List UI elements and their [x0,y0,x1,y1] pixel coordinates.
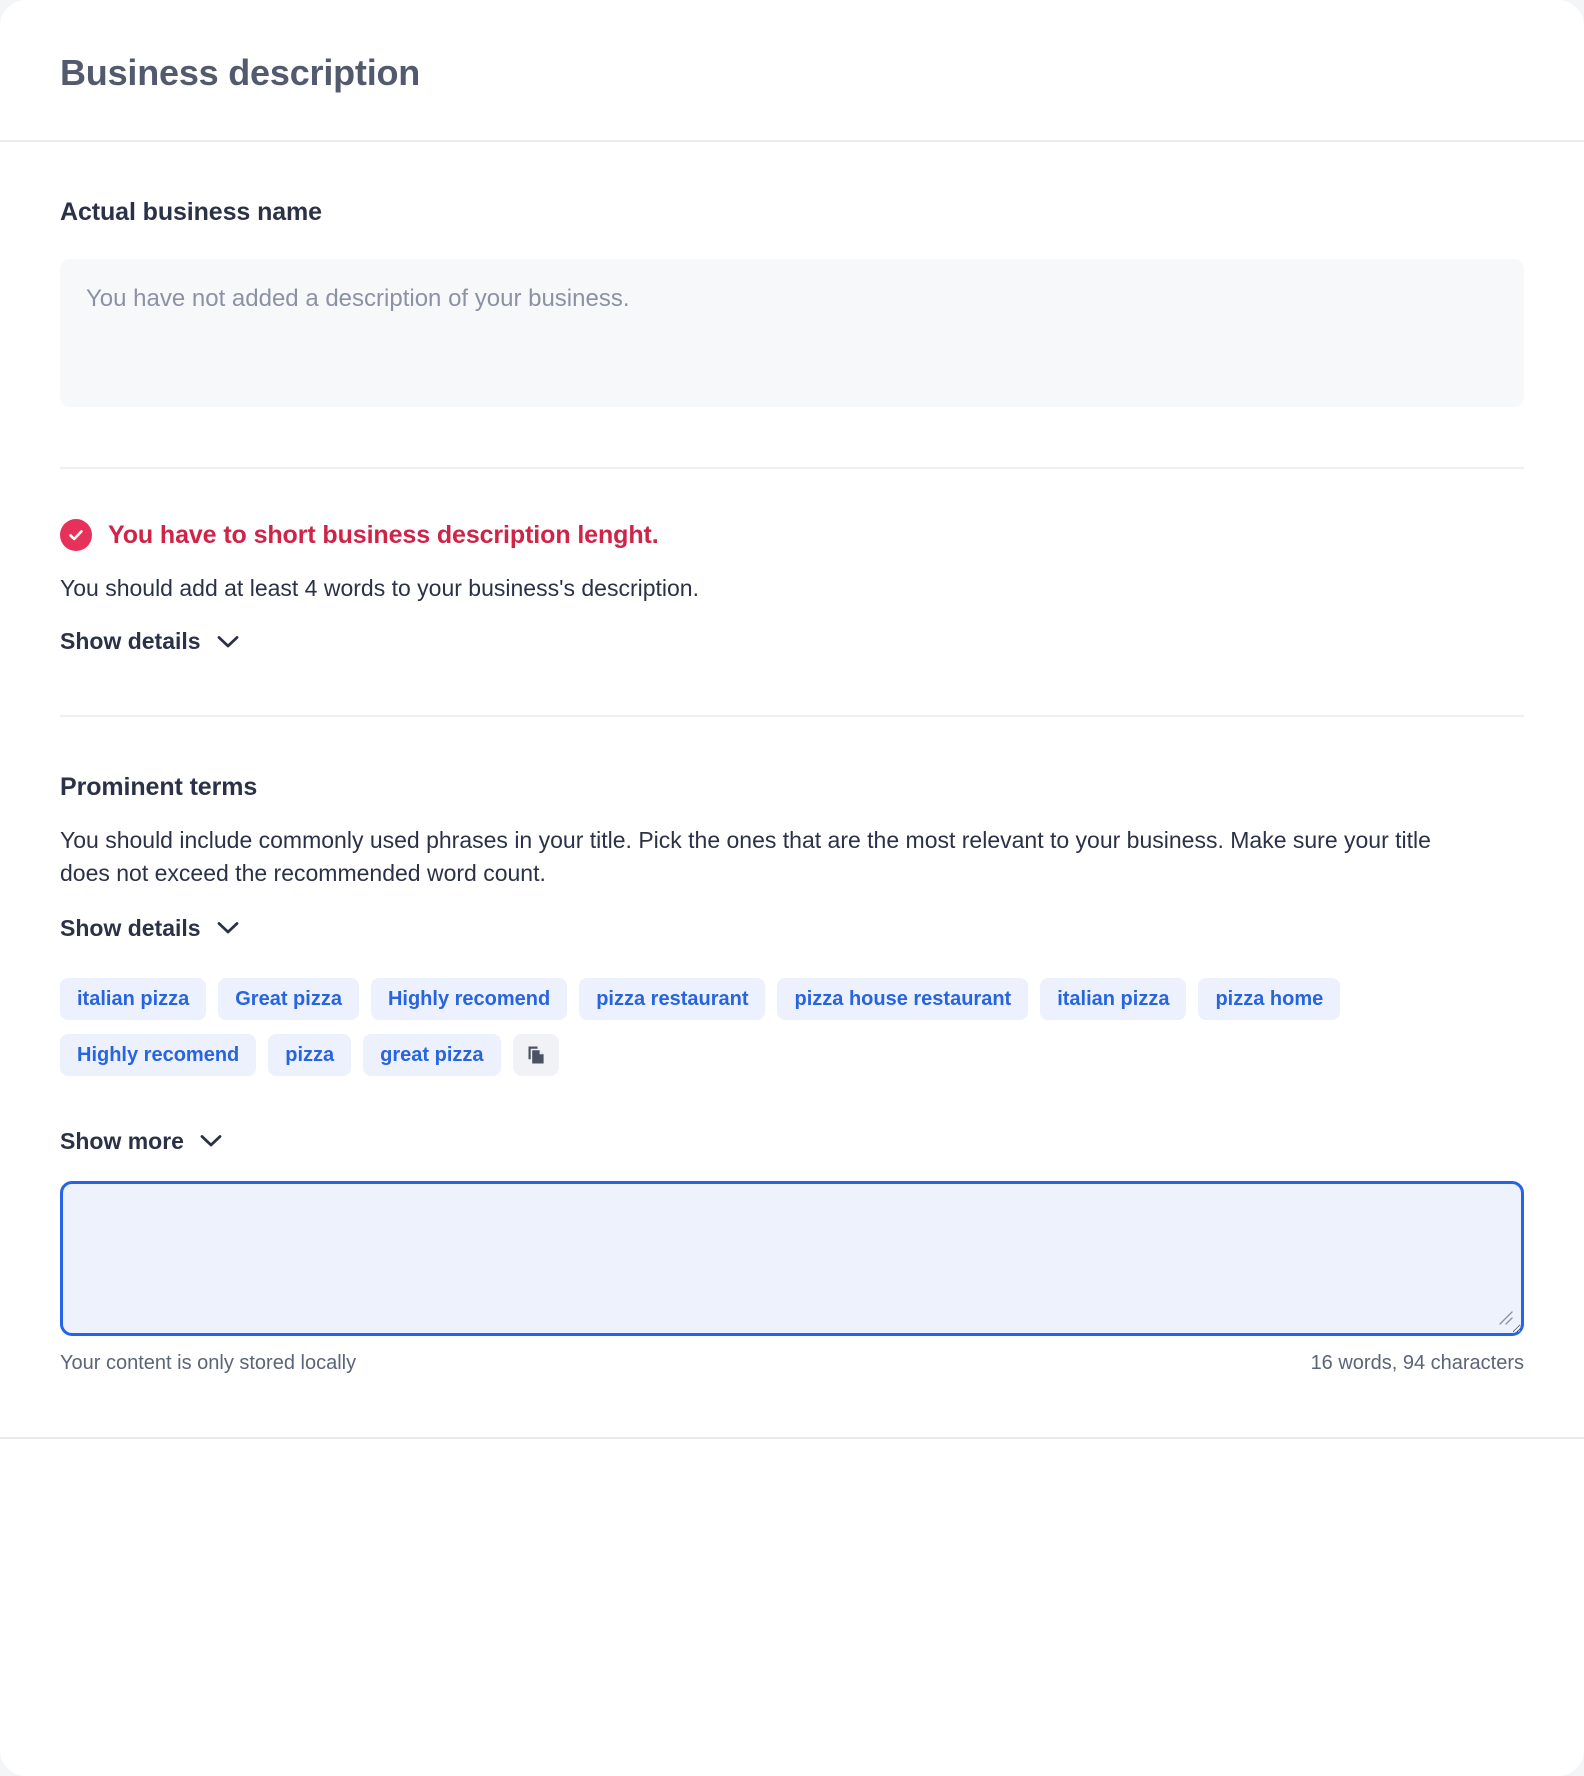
description-editor-textarea[interactable] [60,1180,1524,1336]
alert-show-details-label: Show details [60,628,201,655]
description-editor-wrapper [60,1180,1524,1336]
page-background: Business description Actual business nam… [0,0,1584,1776]
terms-show-details-toggle[interactable]: Show details [60,915,239,942]
alert-description: You should add at least 4 words to your … [60,575,699,601]
business-description-card: Business description Actual business nam… [0,0,1584,1776]
editor-meta-row: Your content is only stored locally 16 w… [60,1352,1524,1437]
prominent-term-chip[interactable]: Great pizza [218,977,359,1020]
prominent-terms-section: Prominent terms You should include commo… [60,717,1524,1437]
card-footer [0,1438,1584,1625]
word-character-counter: 16 words, 94 characters [1310,1351,1524,1374]
check-circle-icon [60,519,92,551]
prominent-term-chip[interactable]: pizza restaurant [579,977,766,1020]
description-length-alert: You have to short business description l… [60,469,1524,655]
card-body: Actual business name You have not added … [0,142,1584,1437]
alert-show-details-toggle[interactable]: Show details [60,628,239,655]
business-description-readonly-box: You have not added a description of your… [60,259,1524,407]
card-header: Business description [0,0,1584,142]
terms-show-more-label: Show more [60,1127,184,1154]
prominent-term-chip[interactable]: Highly recomend [370,977,568,1020]
chevron-down-icon [217,635,239,649]
show-more-row: Show more [60,1104,1524,1155]
prominent-term-chip[interactable]: italian pizza [1040,977,1187,1020]
business-description-placeholder: You have not added a description of your… [86,285,630,312]
actual-business-name-heading: Actual business name [60,198,322,226]
terms-show-details-label: Show details [60,914,201,941]
chevron-down-icon [217,921,239,935]
prominent-term-chip[interactable]: italian pizza [60,977,207,1020]
storage-note: Your content is only stored locally [60,1351,357,1374]
alert-header: You have to short business description l… [60,519,1524,551]
prominent-terms-heading: Prominent terms [60,773,258,802]
prominent-term-chip[interactable]: pizza house restaurant [777,977,1029,1020]
prominent-terms-description: You should include commonly used phrases… [60,827,1431,887]
prominent-terms-chip-list: italian pizza Great pizza Highly recomend p… [60,977,1480,1076]
terms-show-more-toggle[interactable]: Show more [60,1128,222,1155]
copy-icon[interactable] [512,1033,559,1076]
alert-title: You have to short business description l… [108,520,659,549]
prominent-term-chip[interactable]: pizza [268,1033,352,1076]
prominent-term-chip[interactable]: great pizza [363,1033,501,1076]
prominent-term-chip[interactable]: pizza home [1198,977,1341,1020]
page-title: Business description [60,52,421,93]
chevron-down-icon [200,1134,222,1148]
prominent-term-chip[interactable]: Highly recomend [60,1033,257,1076]
